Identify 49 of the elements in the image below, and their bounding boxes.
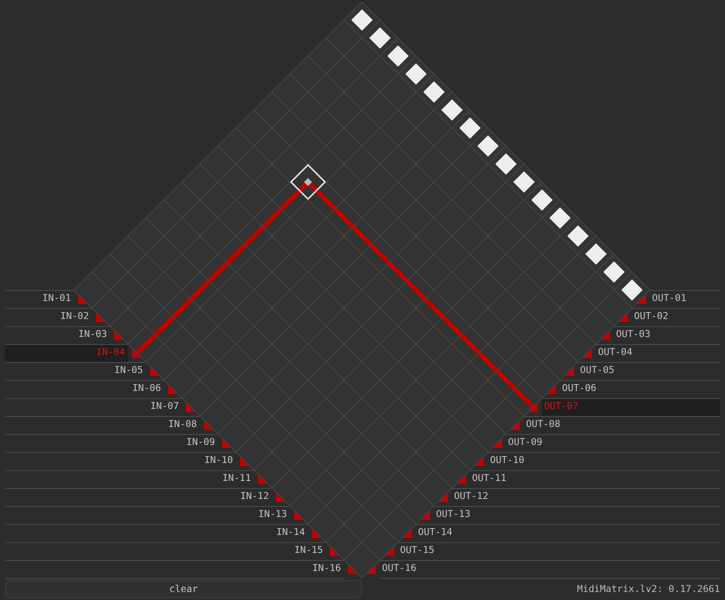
input-label: IN-06: [5, 380, 164, 398]
output-label: OUT-12: [452, 488, 720, 506]
output-label: OUT-01: [650, 290, 720, 308]
version-label: MidiMatrix.lv2: 0.17.2661: [577, 584, 720, 594]
connection-marker-icon[interactable]: [352, 10, 372, 30]
input-label: IN-04: [5, 344, 128, 362]
output-label: OUT-14: [416, 524, 720, 542]
connection-marker-icon[interactable]: [388, 46, 408, 66]
output-label: OUT-04: [596, 344, 720, 362]
connection-marker-icon[interactable]: [442, 100, 462, 120]
output-label: OUT-10: [488, 452, 720, 470]
input-label: IN-14: [5, 524, 308, 542]
input-label: IN-01: [5, 290, 74, 308]
output-label: OUT-09: [506, 434, 720, 452]
input-label: IN-02: [5, 308, 92, 326]
output-label: OUT-07: [542, 398, 720, 416]
connection-marker-icon[interactable]: [406, 64, 426, 84]
input-label: IN-11: [5, 470, 254, 488]
connection-marker-icon[interactable]: [424, 82, 444, 102]
input-label: IN-08: [5, 416, 200, 434]
connection-marker-icon[interactable]: [586, 244, 606, 264]
output-label: OUT-13: [434, 506, 720, 524]
input-label: IN-10: [5, 452, 236, 470]
input-label: IN-15: [5, 542, 326, 560]
connection-marker-icon[interactable]: [604, 262, 624, 282]
output-label: OUT-08: [524, 416, 720, 434]
output-label: OUT-16: [380, 560, 720, 579]
connection-marker-icon[interactable]: [514, 172, 534, 192]
output-label: OUT-03: [614, 326, 720, 344]
connection-marker-icon[interactable]: [370, 28, 390, 48]
input-label: IN-09: [5, 434, 218, 452]
input-label: IN-13: [5, 506, 290, 524]
connection-marker-icon[interactable]: [460, 118, 480, 138]
output-label: OUT-15: [398, 542, 720, 560]
input-label: IN-07: [5, 398, 182, 416]
output-label: OUT-05: [578, 362, 720, 380]
connection-marker-icon[interactable]: [496, 154, 516, 174]
output-label: OUT-02: [632, 308, 720, 326]
connection-marker-icon[interactable]: [478, 136, 498, 156]
connection-marker-icon[interactable]: [550, 208, 570, 228]
connection-marker-icon[interactable]: [568, 226, 588, 246]
input-label: IN-12: [5, 488, 272, 506]
clear-button[interactable]: clear: [5, 580, 362, 598]
cell-cursor-icon: [290, 164, 326, 200]
input-label: IN-16: [5, 560, 344, 579]
output-label: OUT-11: [470, 470, 720, 488]
connection-marker-icon[interactable]: [532, 190, 552, 210]
connection-marker-icon[interactable]: [622, 280, 642, 300]
input-label: IN-05: [5, 362, 146, 380]
